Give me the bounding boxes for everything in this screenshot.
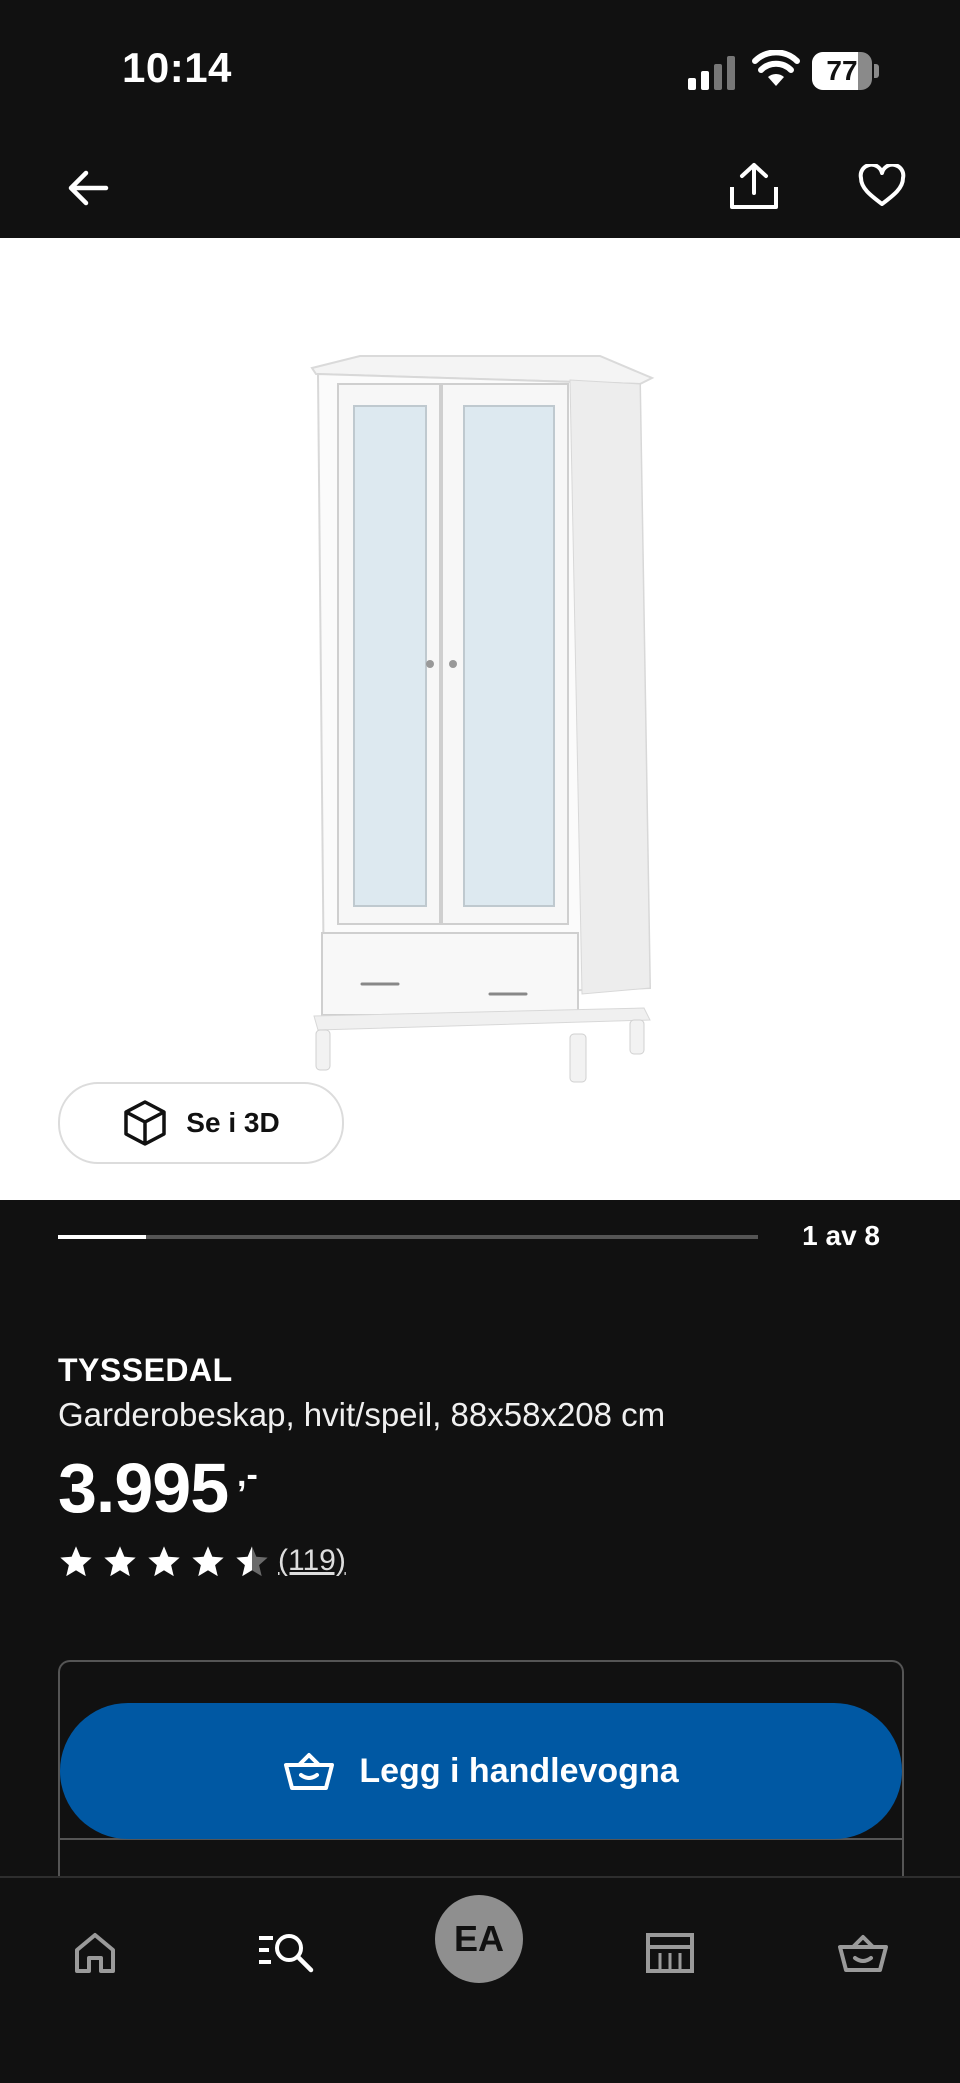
product-image-gallery[interactable]: Se i 3D <box>0 238 960 1200</box>
product-description: Garderobeskap, hvit/speil, 88x58x208 cm <box>58 1396 666 1433</box>
status-time: 10:14 <box>122 44 232 91</box>
view-in-3d-label: Se i 3D <box>186 1107 280 1138</box>
star-icon <box>60 1546 92 1577</box>
gallery-page-indicator: 1 av 8 <box>802 1220 880 1251</box>
rating-stars[interactable] <box>58 1544 270 1580</box>
search-list-icon <box>259 1934 314 1973</box>
star-icon <box>236 1546 268 1577</box>
favorite-button[interactable] <box>852 156 912 216</box>
product-name: TYSSEDAL <box>58 1352 233 1388</box>
tab-search[interactable] <box>252 1918 322 1988</box>
arrow-left-icon <box>68 170 109 206</box>
add-to-cart-button[interactable]: Legg i handlevogna <box>60 1703 902 1839</box>
share-button[interactable] <box>724 156 784 216</box>
tab-profile-avatar[interactable]: EA <box>435 1895 523 1983</box>
basket-icon <box>838 1935 888 1972</box>
wardrobe-product-image <box>310 355 655 1083</box>
tab-stores[interactable] <box>635 1918 705 1988</box>
review-count-link[interactable]: (119) <box>278 1544 346 1578</box>
tab-home[interactable] <box>60 1918 130 1988</box>
tab-cart[interactable] <box>828 1918 898 1988</box>
star-icon <box>104 1546 136 1577</box>
star-icon <box>148 1546 180 1577</box>
cube-icon <box>124 1100 167 1146</box>
product-price: 3.995 <box>58 1449 229 1527</box>
price-suffix: ,- <box>237 1456 258 1494</box>
star-icon <box>192 1546 224 1577</box>
status-bar: 10:14 77 <box>0 0 960 140</box>
gallery-progress-bar <box>58 1235 758 1239</box>
view-in-3d-button[interactable]: Se i 3D <box>58 1082 344 1164</box>
gallery-progress-fill <box>58 1235 146 1239</box>
battery-icon: 77 <box>812 52 880 90</box>
battery-level: 77 <box>826 55 858 86</box>
add-to-cart-label: Legg i handlevogna <box>359 1751 679 1790</box>
share-icon <box>730 163 778 209</box>
heart-icon <box>858 164 906 206</box>
wifi-icon <box>752 50 800 86</box>
bottom-tab-bar: EA <box>0 1876 960 2083</box>
back-button[interactable] <box>58 158 118 218</box>
basket-icon <box>284 1753 335 1790</box>
top-navigation <box>0 140 960 238</box>
cellular-signal-icon <box>688 56 735 90</box>
store-icon <box>646 1933 694 1973</box>
home-icon <box>75 1933 115 1973</box>
